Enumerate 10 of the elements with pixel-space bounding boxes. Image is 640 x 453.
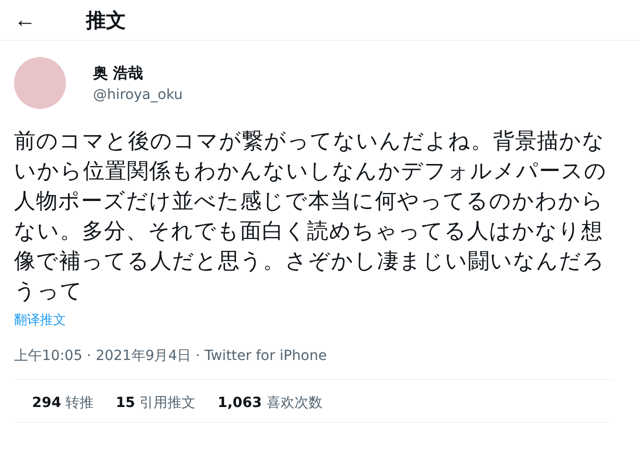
stat-item[interactable]: 15 引用推文 bbox=[116, 394, 196, 412]
back-button[interactable]: ← bbox=[14, 7, 54, 33]
page-title: 推文 bbox=[86, 6, 126, 34]
author-handle[interactable]: @hiroya_oku bbox=[93, 86, 183, 102]
stat-item[interactable]: 294 转推 bbox=[32, 394, 94, 412]
tweet-meta: 上午10:05 · 2021年9月4日 · Twitter for iPhone bbox=[14, 347, 614, 380]
avatar-placeholder bbox=[14, 57, 66, 109]
tweet-text: 前のコマと後のコマが繋がってないんだよね。背景描かないから位置関係もわかんないしなんかデフォルメパースの人物ポーズだけ並べた感じで本当に何やってるのかわからない。多分、それでも面白く読めちゃってる人はかなり想像で補ってる人だと思う。さぞかし凄まじい闘いなんだろうって bbox=[14, 128, 608, 306]
stat-item[interactable]: 1,063 喜欢次数 bbox=[218, 394, 322, 412]
author-name[interactable]: 奥 浩哉 bbox=[93, 64, 183, 82]
